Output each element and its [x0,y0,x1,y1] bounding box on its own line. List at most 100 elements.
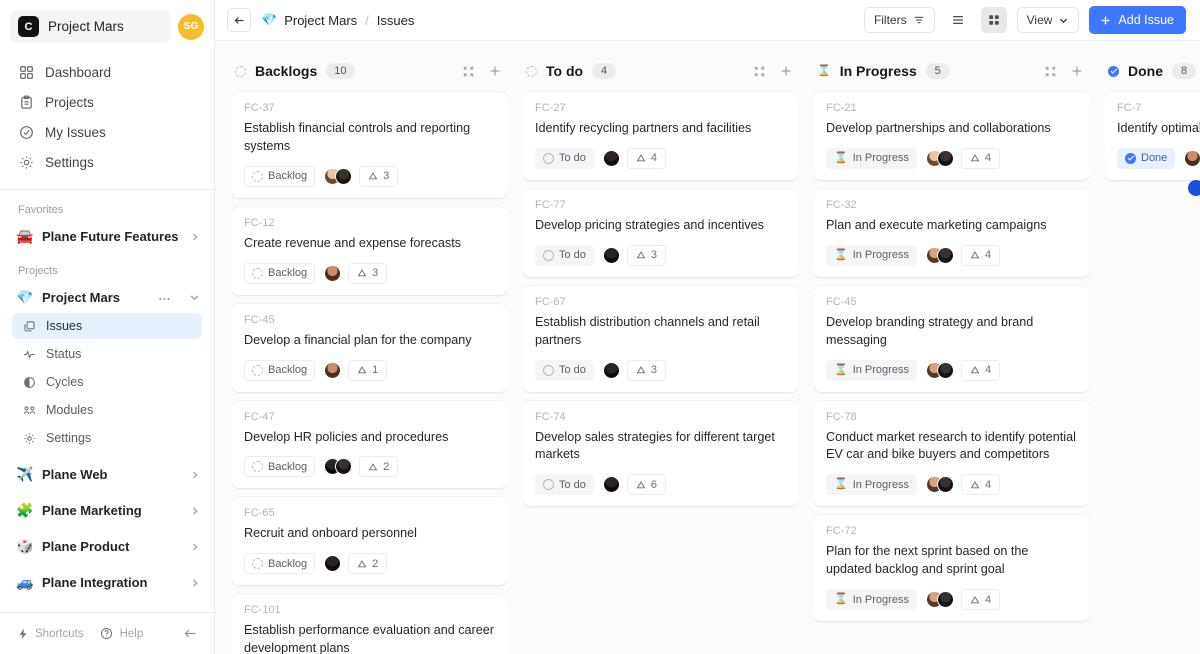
assignee-avatars[interactable] [924,591,954,608]
sidebar-item-projects[interactable]: Projects [10,87,204,117]
issue-estimate-badge[interactable]: 4 [960,474,1001,496]
issue-state-badge[interactable]: Done [1117,147,1176,169]
collapse-column-icon[interactable] [459,62,477,80]
project-row-plane-product[interactable]: 🎲 Plane Product [0,532,214,561]
issue-card[interactable]: FC-47 Develop HR policies and procedures B… [232,400,507,489]
avatar [602,246,620,264]
issue-estimate-badge[interactable]: 3 [626,359,667,381]
issue-state-badge[interactable]: ⌛ In Progress [826,474,917,496]
assignee-avatars[interactable] [322,458,353,476]
issue-state-badge[interactable]: ⌛ In Progress [826,359,917,381]
issue-state-badge[interactable]: ⌛ In Progress [826,147,917,169]
issue-state-badge[interactable]: To do [535,474,594,496]
assignee-avatars[interactable] [1182,149,1200,167]
issue-card[interactable]: FC-7 Identify optimal Done [1105,92,1200,180]
sidebar-item-status[interactable]: Status [12,341,202,367]
assignee-avatars[interactable] [322,361,342,379]
issue-card[interactable]: FC-45 Develop a financial plan for the co… [232,303,507,392]
issue-state-badge[interactable]: Backlog [244,165,316,187]
breadcrumb-page[interactable]: Issues [377,13,415,28]
user-avatar[interactable]: SG [178,13,204,40]
issue-card[interactable]: FC-21 Develop partnerships and collaborat… [814,92,1089,180]
issue-card[interactable]: FC-101 Establish performance evaluation a… [232,594,507,654]
issue-state-badge[interactable]: ⌛ In Progress [826,244,917,266]
board-view-button[interactable] [980,7,1007,33]
assignee-avatars[interactable] [601,361,620,379]
sidebar-item-cycles[interactable]: Cycles [12,369,202,395]
issue-estimate-badge[interactable]: 3 [626,244,667,266]
breadcrumb-project[interactable]: Project Mars [284,13,357,28]
add-card-icon[interactable] [777,62,795,80]
issue-state-badge[interactable]: To do [535,147,594,169]
shortcuts-button[interactable]: Shortcuts [10,622,90,646]
assignee-avatars[interactable] [924,476,954,494]
assignee-avatars[interactable] [322,167,353,185]
issue-estimate-badge[interactable]: 4 [960,147,1001,169]
issue-card[interactable]: FC-77 Develop pricing strategies and ince… [523,188,798,277]
assignee-avatars[interactable] [924,246,954,264]
issue-estimate-value: 3 [372,267,379,280]
sidebar-item-modules[interactable]: Modules [12,397,202,423]
assignee-avatars[interactable] [601,149,620,167]
issue-state-badge[interactable]: Backlog [244,456,316,478]
issue-estimate-badge[interactable]: 6 [626,474,667,496]
issue-estimate-badge[interactable]: 2 [359,456,399,478]
list-view-button[interactable] [945,7,971,33]
add-card-icon[interactable] [1068,62,1086,80]
issue-estimate-badge[interactable]: 4 [626,147,667,169]
issue-card[interactable]: FC-74 Develop sales strategies for differ… [523,400,798,507]
issue-card[interactable]: FC-72 Plan for the next sprint based on t… [814,515,1089,621]
workspace-switcher[interactable]: C Project Mars [10,10,170,43]
assignee-avatars[interactable] [924,149,954,167]
favorite-item-plane-future-features[interactable]: 🚘 Plane Future Features [0,222,214,251]
diamond-icon: 💎 [16,289,34,305]
sidebar-item-dashboard[interactable]: Dashboard [10,57,204,87]
view-dropdown[interactable]: View [1016,7,1080,33]
horizontal-scroll-indicator[interactable] [1188,180,1200,196]
sidebar-item-issues[interactable]: Issues [12,313,202,339]
issue-estimate-badge[interactable]: 4 [960,359,1001,381]
issue-estimate-badge[interactable]: 4 [960,589,1001,610]
back-button[interactable] [227,8,251,32]
project-row-project-mars[interactable]: 💎 Project Mars … [0,283,214,312]
issue-state-badge[interactable]: Backlog [244,359,316,381]
assignee-avatars[interactable] [601,476,620,494]
issue-estimate-badge[interactable]: 2 [348,553,388,575]
assignee-avatars[interactable] [322,264,342,282]
issue-card[interactable]: FC-37 Establish financial controls and re… [232,92,507,198]
issue-estimate-badge[interactable]: 3 [359,165,399,187]
issue-state-badge[interactable]: To do [535,359,594,381]
help-button[interactable]: Help [94,622,150,646]
project-row-plane-marketing[interactable]: 🧩 Plane Marketing [0,496,214,525]
assignee-avatars[interactable] [601,246,620,264]
issue-state-badge[interactable]: Backlog [244,262,316,284]
issue-card[interactable]: FC-45 Develop branding strategy and brand… [814,285,1089,392]
issue-estimate-badge[interactable]: 1 [348,359,388,381]
issue-estimate-badge[interactable]: 3 [348,262,388,284]
collapse-sidebar-button[interactable] [177,622,204,646]
sidebar-item-project-settings[interactable]: Settings [12,425,202,451]
assignee-avatars[interactable] [322,555,342,573]
assignee-avatars[interactable] [924,361,954,379]
sidebar-item-my-issues[interactable]: My Issues [10,117,204,147]
issue-card[interactable]: FC-27 Identify recycling partners and fac… [523,92,798,180]
project-row-plane-web[interactable]: ✈️ Plane Web [0,460,214,489]
chevron-down-icon[interactable] [189,292,200,303]
collapse-column-icon[interactable] [1041,62,1059,80]
issue-state-badge[interactable]: To do [535,244,594,266]
issue-card[interactable]: FC-12 Create revenue and expense forecast… [232,206,507,295]
issue-estimate-badge[interactable]: 4 [960,244,1001,266]
add-issue-button[interactable]: Add Issue [1089,6,1186,34]
issue-card[interactable]: FC-32 Plan and execute marketing campaign… [814,188,1089,277]
issue-state-badge[interactable]: ⌛ In Progress [826,589,917,610]
project-more-options-icon[interactable]: … [158,289,172,304]
project-row-plane-integration[interactable]: 🚙 Plane Integration [0,568,214,597]
sidebar-item-settings[interactable]: Settings [10,147,204,177]
issue-card[interactable]: FC-65 Recruit and onboard personnel Backlo… [232,497,507,586]
issue-card[interactable]: FC-67 Establish distribution channels and… [523,285,798,392]
add-card-icon[interactable] [486,62,504,80]
filters-button[interactable]: Filters [863,7,935,33]
collapse-column-icon[interactable] [750,62,768,80]
issue-state-badge[interactable]: Backlog [244,553,316,575]
issue-card[interactable]: FC-78 Conduct market research to identify… [814,400,1089,507]
